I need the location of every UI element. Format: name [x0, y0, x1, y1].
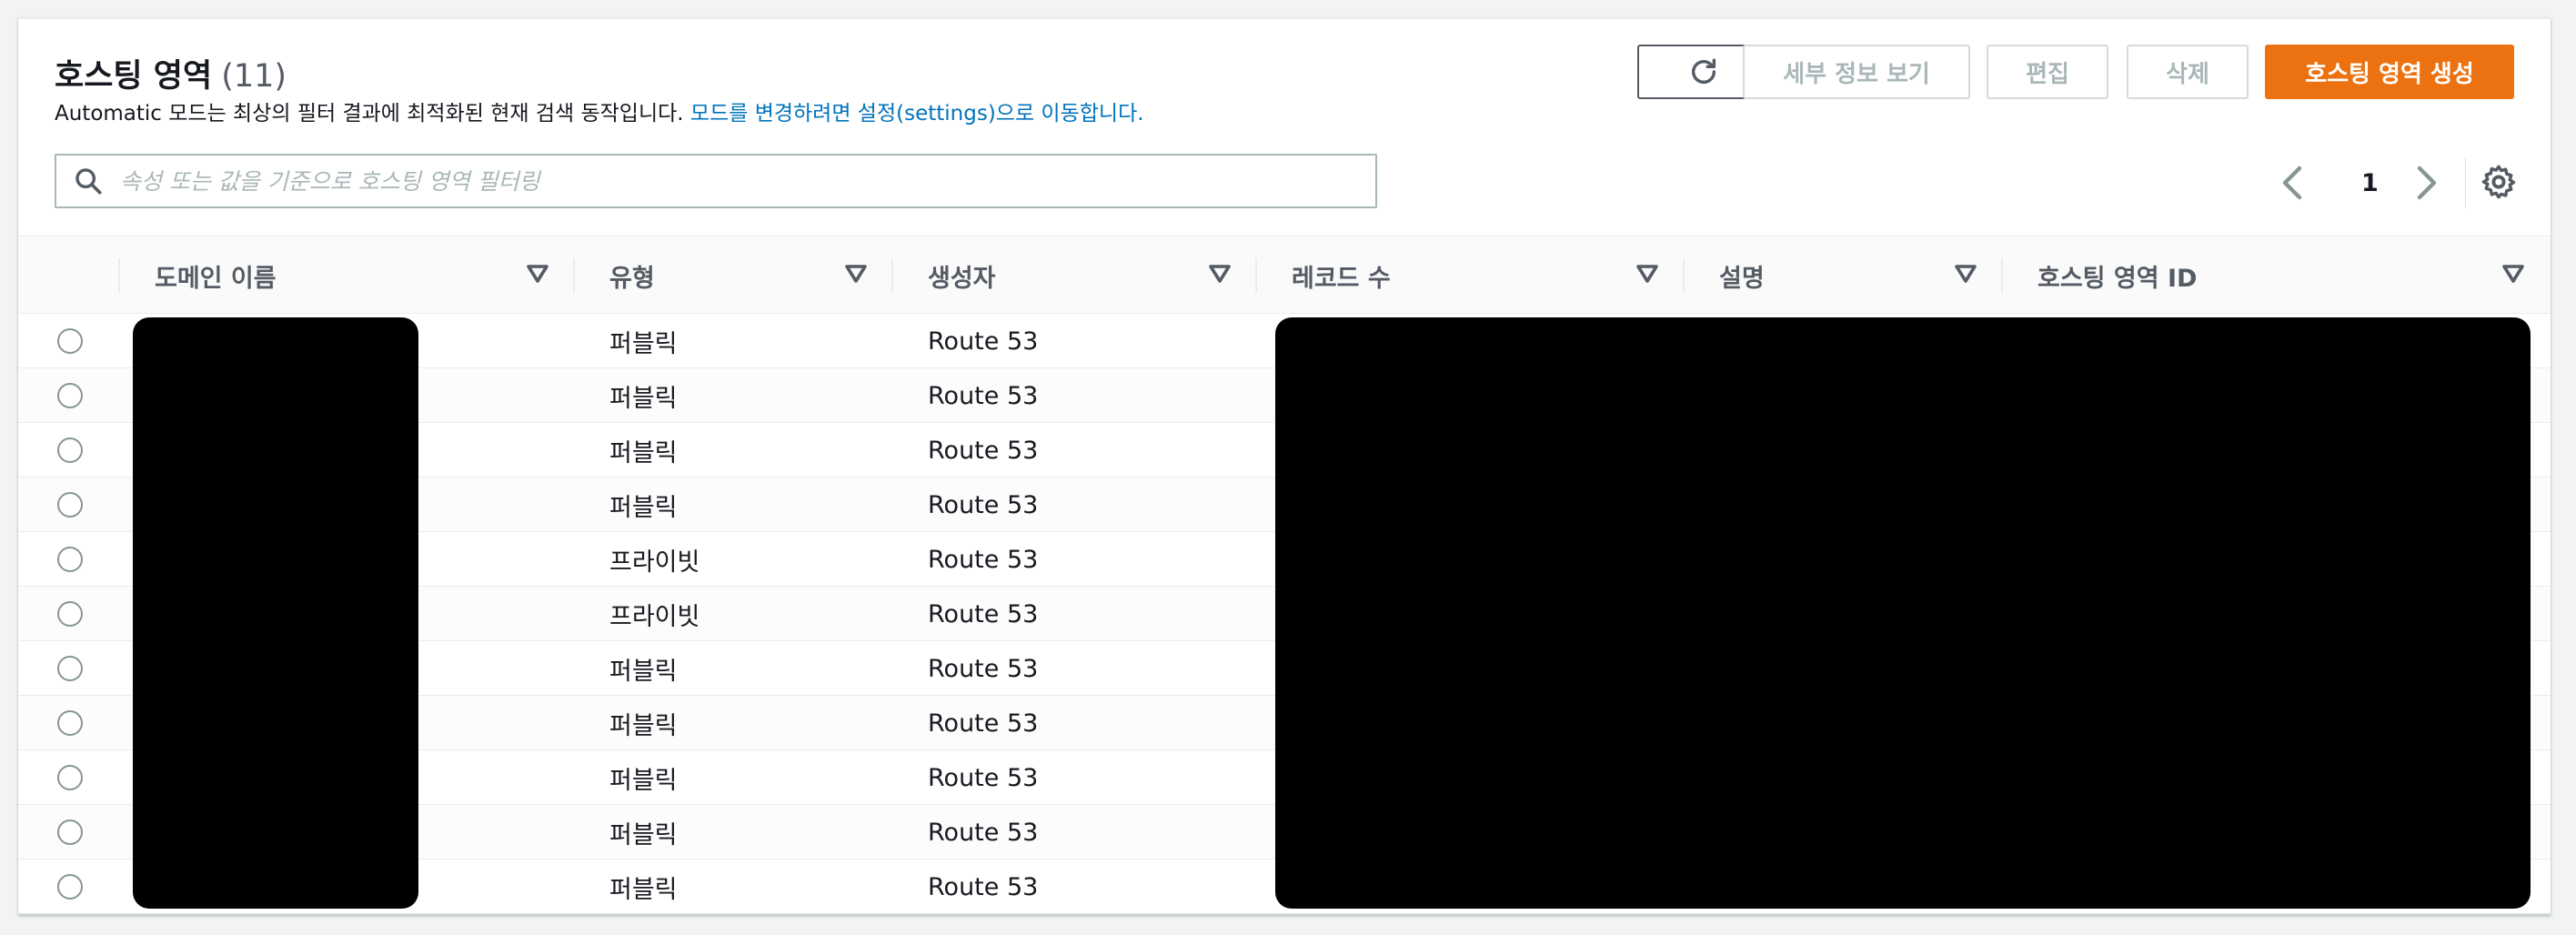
cell-created-by: Route 53 — [928, 763, 1039, 792]
cell-created-by: Route 53 — [928, 654, 1039, 683]
pager-divider — [2465, 157, 2466, 208]
column-divider — [1255, 258, 1257, 293]
cell-type: 퍼블릭 — [609, 820, 678, 850]
view-details-button[interactable]: 세부 정보 보기 — [1743, 45, 1970, 99]
cell-created-by: Route 53 — [928, 436, 1039, 465]
column-header-record-count[interactable]: 레코드 수 — [1255, 236, 1685, 315]
edit-button[interactable]: 편집 — [1987, 45, 2108, 99]
row-select-radio[interactable] — [57, 710, 83, 736]
column-divider — [891, 258, 893, 293]
filter-input[interactable] — [120, 156, 1375, 206]
table-header: 도메인 이름 유형 생성자 레코드 수 설명 호스팅 영역 ID — [18, 236, 2551, 314]
next-page-button[interactable] — [2416, 161, 2440, 205]
column-header-created-by[interactable]: 생성자 — [891, 236, 1257, 315]
cell-type: 퍼블릭 — [609, 384, 678, 413]
cell-created-by: Route 53 — [928, 327, 1039, 356]
cell-created-by: Route 53 — [928, 490, 1039, 519]
column-divider — [2001, 258, 2003, 293]
hosted-zones-panel: 호스팅 영역 (11) Automatic 모드는 최상의 필터 결과에 최적화… — [18, 18, 2551, 915]
column-header-label: 레코드 수 — [1292, 264, 1391, 293]
column-header-type[interactable]: 유형 — [573, 236, 893, 315]
cell-created-by: Route 53 — [928, 709, 1039, 738]
filter-search-box[interactable] — [55, 154, 1377, 208]
row-select-radio[interactable] — [57, 765, 83, 790]
cell-type: 퍼블릭 — [609, 711, 678, 740]
sort-caret-icon — [1636, 265, 1658, 283]
column-header-label: 도메인 이름 — [155, 264, 277, 293]
sort-caret-icon — [1209, 265, 1231, 283]
column-header-hosted-zone-id[interactable]: 호스팅 영역 ID — [2001, 236, 2551, 315]
cell-created-by: Route 53 — [928, 872, 1039, 901]
description-text: Automatic 모드는 최상의 필터 결과에 최적화된 현재 검색 동작입니… — [55, 102, 684, 126]
sort-caret-icon — [2502, 265, 2524, 283]
panel-bottom-edge — [18, 913, 2551, 915]
column-divider — [573, 258, 575, 293]
column-header-label: 유형 — [609, 264, 655, 293]
row-select-radio[interactable] — [57, 437, 83, 463]
refresh-icon — [1691, 58, 1716, 84]
cell-type: 퍼블릭 — [609, 657, 678, 686]
page-title: 호스팅 영역 (11) — [55, 50, 287, 96]
row-select-radio[interactable] — [57, 328, 83, 354]
cell-type: 퍼블릭 — [609, 438, 678, 468]
previous-page-button[interactable] — [2279, 161, 2303, 205]
row-select-radio[interactable] — [57, 547, 83, 572]
column-header-label: 호스팅 영역 ID — [2038, 264, 2198, 293]
cell-type: 퍼블릭 — [609, 329, 678, 358]
settings-link[interactable]: 모드를 변경하려면 설정(settings)으로 이동합니다. — [690, 102, 1144, 126]
column-header-label: 생성자 — [928, 264, 996, 293]
cell-type: 퍼블릭 — [609, 766, 678, 795]
current-page-number[interactable]: 1 — [2361, 161, 2379, 205]
column-header-label: 설명 — [1719, 264, 1765, 293]
cell-type: 퍼블릭 — [609, 493, 678, 522]
cell-created-by: Route 53 — [928, 381, 1039, 410]
cell-type: 프라이빗 — [609, 548, 700, 577]
column-header-description[interactable]: 설명 — [1683, 236, 2003, 315]
row-select-radio[interactable] — [57, 601, 83, 627]
cell-created-by: Route 53 — [928, 545, 1039, 574]
cell-created-by: Route 53 — [928, 599, 1039, 628]
redacted-record-details — [1275, 317, 2531, 909]
sort-caret-icon — [845, 265, 867, 283]
table-preferences-button[interactable] — [2480, 163, 2518, 205]
delete-button[interactable]: 삭제 — [2127, 45, 2249, 99]
search-icon — [56, 166, 120, 196]
row-select-radio[interactable] — [57, 874, 83, 900]
redacted-domain-names — [133, 317, 418, 909]
gear-icon — [2481, 165, 2516, 199]
chevron-right-icon — [2417, 166, 2437, 200]
sort-caret-icon — [1955, 265, 1977, 283]
cell-type: 프라이빗 — [609, 602, 700, 631]
create-hosted-zone-button[interactable]: 호스팅 영역 생성 — [2265, 45, 2514, 99]
search-mode-description: Automatic 모드는 최상의 필터 결과에 최적화된 현재 검색 동작입니… — [55, 96, 1144, 126]
column-divider — [1683, 258, 1685, 293]
row-select-radio[interactable] — [57, 656, 83, 681]
row-select-radio[interactable] — [57, 819, 83, 845]
page-title-text: 호스팅 영역 — [55, 58, 213, 95]
hosted-zone-count: (11) — [221, 58, 287, 95]
cell-type: 퍼블릭 — [609, 875, 678, 904]
sort-caret-icon — [527, 265, 548, 283]
row-select-radio[interactable] — [57, 492, 83, 518]
cell-created-by: Route 53 — [928, 818, 1039, 847]
row-select-radio[interactable] — [57, 383, 83, 408]
column-header-domain[interactable]: 도메인 이름 — [118, 236, 575, 315]
column-divider — [118, 258, 120, 293]
chevron-left-icon — [2282, 166, 2302, 200]
